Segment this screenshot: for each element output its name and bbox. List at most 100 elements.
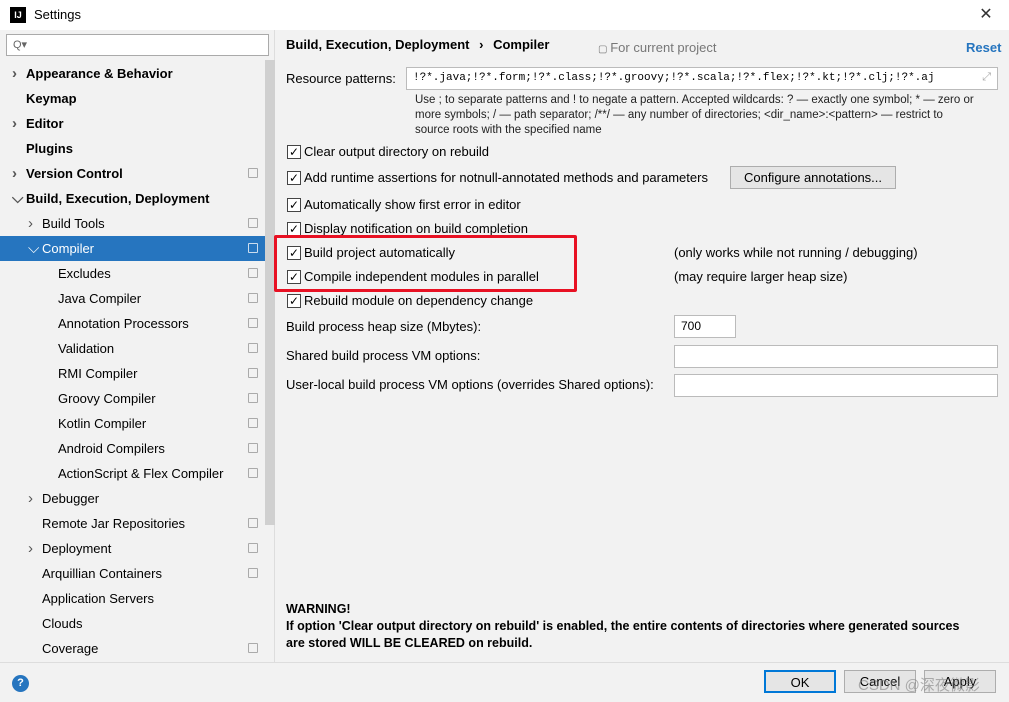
warning-text: are stored WILL BE CLEARED on rebuild. bbox=[286, 636, 533, 650]
checkbox-label[interactable]: Automatically show first error in editor bbox=[304, 197, 521, 212]
sidebar-item[interactable]: Remote Jar Repositories bbox=[0, 511, 265, 536]
chevron-right-icon[interactable]: › bbox=[28, 536, 33, 561]
checkbox[interactable]: ✓ bbox=[287, 145, 301, 159]
checkbox-label[interactable]: Add runtime assertions for notnull-annot… bbox=[304, 170, 708, 185]
heap-size-input[interactable]: 700 bbox=[674, 315, 736, 338]
sidebar-item-label: Java Compiler bbox=[58, 291, 142, 306]
sidebar-item[interactable]: Validation bbox=[0, 336, 265, 361]
chevron-right-icon[interactable]: › bbox=[12, 61, 17, 86]
title-bar: IJ Settings ✕ bbox=[0, 0, 1009, 30]
help-icon[interactable]: ? bbox=[12, 675, 29, 692]
option-note: (may require larger heap size) bbox=[674, 269, 848, 284]
sidebar-item-label: Debugger bbox=[42, 491, 100, 506]
sidebar-item[interactable]: Kotlin Compiler bbox=[0, 411, 265, 436]
project-scope-icon bbox=[248, 168, 258, 178]
chevron-right-icon[interactable]: › bbox=[28, 211, 33, 236]
sidebar-item-label: Compiler bbox=[42, 241, 95, 256]
checkbox-label[interactable]: Clear output directory on rebuild bbox=[304, 144, 489, 159]
resource-patterns-label: Resource patterns: bbox=[286, 71, 396, 86]
expand-icon[interactable]: ⤢ bbox=[982, 68, 991, 89]
breadcrumb-current: Compiler bbox=[493, 37, 550, 52]
sidebar-item[interactable]: Java Compiler bbox=[0, 286, 265, 311]
checkbox[interactable]: ✓ bbox=[287, 171, 301, 185]
sidebar-item[interactable]: › Version Control bbox=[0, 161, 265, 186]
search-input[interactable]: Q▾ bbox=[6, 34, 269, 56]
project-scope-icon bbox=[248, 268, 258, 278]
sidebar-item[interactable]: › Build Tools bbox=[0, 211, 265, 236]
warning-title: WARNING! bbox=[286, 602, 351, 616]
sidebar-item[interactable]: Annotation Processors bbox=[0, 311, 265, 336]
sidebar-item[interactable]: Clouds bbox=[0, 611, 265, 636]
resource-patterns-input[interactable]: !?*.java;!?*.form;!?*.class;!?*.groovy;!… bbox=[406, 67, 998, 90]
sidebar-item[interactable]: ⌵ Compiler bbox=[0, 236, 265, 261]
window-title: Settings bbox=[34, 7, 81, 22]
project-scope-icon bbox=[248, 468, 258, 478]
close-icon[interactable]: ✕ bbox=[972, 3, 1000, 27]
sidebar-item-label: Editor bbox=[26, 116, 64, 131]
help-line: more symbols; / — path separator; /**/ —… bbox=[415, 109, 943, 121]
chevron-right-icon[interactable]: › bbox=[12, 111, 17, 136]
shared-vm-input[interactable] bbox=[674, 345, 998, 368]
sidebar-item[interactable]: ⌵ Build, Execution, Deployment bbox=[0, 186, 265, 211]
project-scope-icon bbox=[248, 293, 258, 303]
sidebar-item-label: Keymap bbox=[26, 91, 77, 106]
sidebar-item[interactable]: RMI Compiler bbox=[0, 361, 265, 386]
sidebar-item-label: Annotation Processors bbox=[58, 316, 189, 331]
option-note: (only works while not running / debuggin… bbox=[674, 245, 918, 260]
scope-label: ▢ For current project bbox=[598, 40, 716, 55]
warning: WARNING! If option 'Clear output directo… bbox=[286, 601, 959, 652]
sidebar-item[interactable]: ActionScript & Flex Compiler bbox=[0, 461, 265, 486]
sidebar-scrollbar[interactable] bbox=[265, 60, 275, 525]
checkbox-label[interactable]: Display notification on build completion bbox=[304, 221, 528, 236]
sidebar-item-label: RMI Compiler bbox=[58, 366, 138, 381]
sidebar-item[interactable]: Android Compilers bbox=[0, 436, 265, 461]
sidebar-item[interactable]: Excludes bbox=[0, 261, 265, 286]
breadcrumb-parent[interactable]: Build, Execution, Deployment bbox=[286, 37, 469, 52]
checkbox[interactable]: ✓ bbox=[287, 222, 301, 236]
project-icon: ▢ bbox=[598, 44, 611, 55]
configure-annotations-button[interactable]: Configure annotations... bbox=[730, 166, 896, 189]
chevron-right-icon[interactable]: › bbox=[12, 161, 17, 186]
chevron-down-icon[interactable]: ⌵ bbox=[28, 236, 39, 261]
sidebar-item-label: Coverage bbox=[42, 641, 99, 656]
sidebar-item[interactable]: Application Servers bbox=[0, 586, 265, 611]
sidebar-item[interactable]: › Appearance & Behavior bbox=[0, 61, 265, 86]
sidebar-item[interactable]: Coverage bbox=[0, 636, 265, 661]
project-scope-icon bbox=[248, 543, 258, 553]
sidebar-item-label: Plugins bbox=[26, 141, 73, 156]
sidebar-item[interactable]: Keymap bbox=[0, 86, 265, 111]
sidebar-item-label: Android Compilers bbox=[58, 441, 165, 456]
sidebar-item-label: Excludes bbox=[58, 266, 111, 281]
project-scope-icon bbox=[248, 343, 258, 353]
heap-size-label: Build process heap size (Mbytes): bbox=[286, 319, 482, 334]
checkbox-label[interactable]: Rebuild module on dependency change bbox=[304, 293, 533, 308]
chevron-down-icon[interactable]: ⌵ bbox=[12, 186, 23, 211]
sidebar-item-label: Validation bbox=[58, 341, 115, 356]
checkbox[interactable]: ✓ bbox=[287, 198, 301, 212]
sidebar-item[interactable]: › Deployment bbox=[0, 536, 265, 561]
project-scope-icon bbox=[248, 318, 258, 328]
project-scope-icon bbox=[248, 393, 258, 403]
sidebar-item[interactable]: Arquillian Containers bbox=[0, 561, 265, 586]
project-scope-icon bbox=[248, 243, 258, 253]
cancel-button[interactable]: Cancel bbox=[844, 670, 916, 693]
local-vm-input[interactable] bbox=[674, 374, 998, 397]
reset-link[interactable]: Reset bbox=[966, 40, 1001, 55]
sidebar-item[interactable]: Groovy Compiler bbox=[0, 386, 265, 411]
sidebar-item[interactable]: › Debugger bbox=[0, 486, 265, 511]
project-scope-icon bbox=[248, 518, 258, 528]
sidebar-item[interactable]: Plugins bbox=[0, 136, 265, 161]
checkbox[interactable]: ✓ bbox=[287, 294, 301, 308]
sidebar-item-label: Build Tools bbox=[42, 216, 105, 231]
apply-button[interactable]: Apply bbox=[924, 670, 996, 693]
sidebar-item-label: Application Servers bbox=[42, 591, 154, 606]
highlight-box bbox=[274, 235, 577, 292]
ok-button[interactable]: OK bbox=[764, 670, 836, 693]
resource-patterns-value: !?*.java;!?*.form;!?*.class;!?*.groovy;!… bbox=[413, 72, 935, 84]
sidebar-item-label: Kotlin Compiler bbox=[58, 416, 147, 431]
sidebar-item[interactable]: › Editor bbox=[0, 111, 265, 136]
sidebar-item-label: Deployment bbox=[42, 541, 112, 556]
chevron-right-icon[interactable]: › bbox=[28, 486, 33, 511]
project-scope-icon bbox=[248, 368, 258, 378]
scope-text: For current project bbox=[610, 40, 717, 55]
